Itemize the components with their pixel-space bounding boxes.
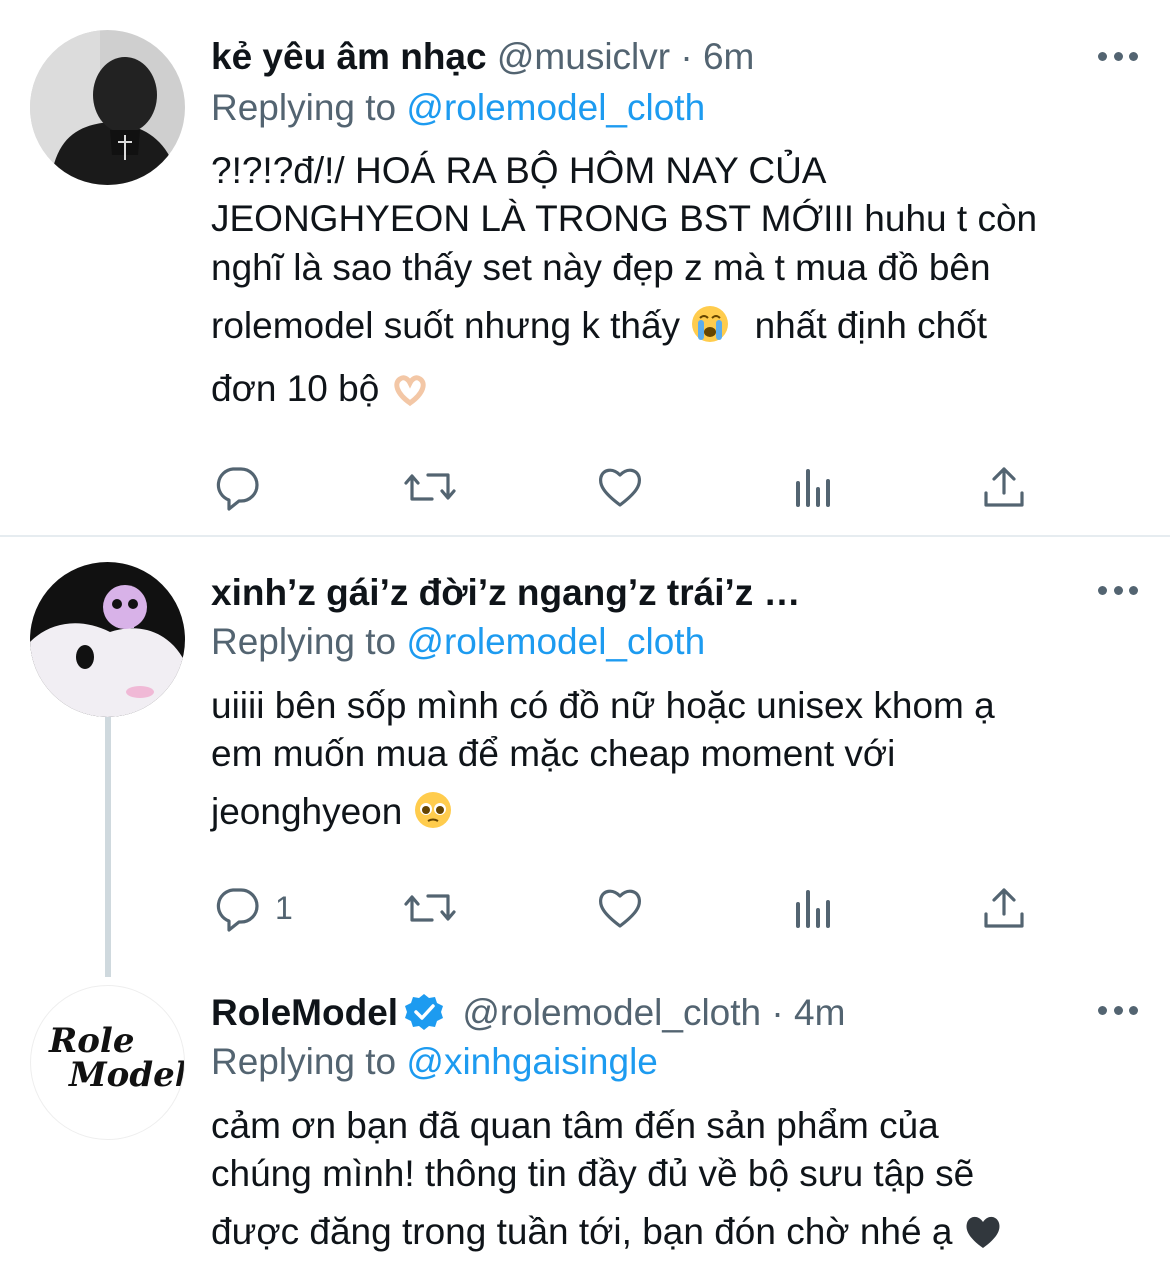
heart-hands-emoji-icon	[390, 371, 430, 416]
tweet-2[interactable]: xinh’z gái’z đời’z ngang’z trái’z … Repl…	[0, 537, 1170, 977]
retweet-icon	[404, 473, 456, 501]
analytics-icon	[796, 469, 830, 507]
display-name[interactable]: kẻ yêu âm nhạc	[211, 36, 487, 77]
reply-count: 1	[275, 889, 293, 926]
tweet-1[interactable]: kẻ yêu âm nhạc @musiclvr · 6m Replying t…	[0, 0, 1170, 535]
tweet-line: jeonghyeon	[211, 791, 403, 832]
crying-face-emoji-icon	[690, 304, 730, 353]
more-icon[interactable]	[1098, 583, 1138, 597]
like-button[interactable]	[596, 878, 644, 938]
handle-time[interactable]: @musiclvr · 6m	[497, 36, 755, 77]
share-button[interactable]	[980, 457, 1028, 517]
thread-connector	[105, 717, 111, 977]
display-name[interactable]: RoleModel	[211, 992, 398, 1033]
heart-icon	[598, 889, 642, 928]
reply-icon	[216, 888, 259, 932]
more-icon[interactable]	[1098, 1003, 1138, 1017]
tweet-line: JEONGHYEON LÀ TRONG BST MỚIII huhu t còn	[211, 198, 1038, 239]
tweet-actions	[0, 457, 1170, 517]
replying-to-link[interactable]: @rolemodel_cloth	[406, 87, 705, 128]
tweet-header: kẻ yêu âm nhạc @musiclvr · 6m	[211, 32, 1130, 82]
retweet-button[interactable]	[402, 878, 458, 938]
analytics-button[interactable]	[790, 457, 838, 517]
tweet-3[interactable]: Role Model RoleModel @rolemodel_cloth · …	[0, 977, 1170, 1281]
share-button[interactable]	[980, 878, 1028, 938]
tweet-line: em muốn mua để mặc cheap moment với	[211, 733, 896, 774]
avatar-musiclvr[interactable]	[30, 30, 185, 185]
analytics-button[interactable]	[790, 878, 838, 938]
pleading-face-emoji-icon	[413, 790, 453, 839]
logo-text-model: Model	[69, 1055, 185, 1095]
tweet-line: uiiii bên sốp mình có đồ nữ hoặc unisex …	[211, 685, 995, 726]
tweet-line: rolemodel suốt nhưng k thấy	[211, 305, 681, 346]
reply-icon	[216, 467, 259, 511]
replying-to-link[interactable]: @rolemodel_cloth	[406, 621, 705, 662]
more-icon[interactable]	[1098, 49, 1138, 63]
heart-icon	[598, 468, 642, 507]
verified-badge-icon	[404, 992, 444, 1032]
avatar-rolemodel[interactable]: Role Model	[30, 985, 185, 1140]
logo-text-role: Role	[49, 1021, 135, 1061]
replying-to-link[interactable]: @xinhgaisingle	[406, 1041, 657, 1082]
retweet-button[interactable]	[402, 457, 458, 517]
share-icon	[984, 467, 1024, 507]
replying-to: Replying to @xinhgaisingle	[211, 1037, 658, 1087]
tweet-actions: 1	[0, 878, 1170, 938]
reply-button[interactable]	[213, 457, 275, 517]
replying-to: Replying to @rolemodel_cloth	[211, 83, 705, 133]
tweet-line: chúng mình! thông tin đầy đủ về bộ sưu t…	[211, 1153, 975, 1194]
reply-button[interactable]: 1	[213, 878, 293, 938]
handle-time[interactable]: @rolemodel_cloth · 4m	[462, 992, 845, 1033]
black-heart-emoji-icon	[963, 1212, 1003, 1259]
tweet-header: xinh’z gái’z đời’z ngang’z trái’z …	[211, 568, 1130, 618]
replying-prefix: Replying to	[211, 621, 397, 662]
display-name[interactable]: xinh’z gái’z đời’z ngang’z trái’z …	[211, 572, 801, 613]
replying-prefix: Replying to	[211, 1041, 397, 1082]
tweet-line: ?!?!?đ/!/ HOÁ RA BỘ HÔM NAY CỦA	[211, 150, 827, 191]
share-icon	[984, 888, 1024, 928]
like-button[interactable]	[596, 457, 644, 517]
tweet-line: nghĩ là sao thấy set này đẹp z mà t mua …	[211, 247, 991, 288]
avatar-xinhgaisingle[interactable]	[30, 562, 185, 717]
replying-prefix: Replying to	[211, 87, 397, 128]
tweet-header: RoleModel @rolemodel_cloth · 4m	[211, 988, 1130, 1038]
tweet-line: đơn 10 bộ	[211, 368, 380, 409]
tweet-line: cảm ơn bạn đã quan tâm đến sản phẩm của	[211, 1105, 939, 1146]
analytics-icon	[796, 890, 830, 928]
tweet-line: được đăng trong tuần tới, bạn đón chờ nh…	[211, 1211, 953, 1252]
replying-to: Replying to @rolemodel_cloth	[211, 617, 705, 667]
retweet-icon	[404, 894, 456, 922]
tweet-line: nhất định chốt	[754, 305, 988, 346]
